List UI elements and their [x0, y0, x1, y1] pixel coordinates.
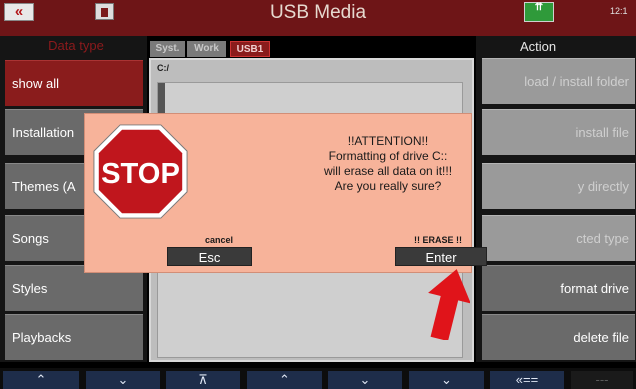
format-drive-button[interactable]: format drive	[482, 265, 635, 311]
disabled-button: ---	[571, 371, 633, 389]
format-confirm-dialog: STOP !!ATTENTION!! Formatting of drive C…	[84, 113, 487, 273]
cancel-caption: cancel	[204, 235, 234, 245]
erase-caption: !! ERASE !!	[414, 235, 462, 245]
current-path: C:/	[157, 63, 169, 73]
data-type-heading: Data type	[48, 38, 104, 53]
tab-usb1[interactable]: USB1	[230, 41, 270, 57]
scroll-up-fast-button[interactable]: ⌃	[3, 371, 79, 389]
attention-line: !!ATTENTION!!	[347, 134, 429, 148]
usb-status-badge: ⇈	[524, 2, 554, 22]
tab-work[interactable]: Work	[187, 41, 226, 57]
clock: 12:1	[610, 6, 628, 16]
action-heading: Action	[520, 39, 557, 54]
enter-button[interactable]: Enter	[395, 247, 487, 266]
tab-syst[interactable]: Syst.	[150, 41, 185, 57]
message-line-2: Formatting of drive C::	[328, 149, 448, 163]
scroll-top-button[interactable]: ⊼	[166, 371, 240, 389]
message-line-3: will erase all data on it!!!	[323, 164, 453, 178]
red-arrow-icon	[428, 269, 470, 340]
esc-button[interactable]: Esc	[167, 247, 252, 266]
usb-arrows-icon: ⇈	[534, 2, 544, 13]
scroll-down-fast-button[interactable]: ⌄	[86, 371, 160, 389]
scroll-bottom-button[interactable]: ⌄	[409, 371, 484, 389]
data-type-show-all[interactable]: show all	[5, 60, 143, 106]
message-line-4: Are you really sure?	[334, 179, 442, 193]
delete-file-button[interactable]: delete file	[482, 314, 635, 360]
parent-folder-button[interactable]: «==	[490, 371, 564, 389]
stop-sign-text: STOP	[101, 158, 180, 190]
stop-sign-icon: STOP	[93, 124, 188, 219]
scroll-up-button[interactable]: ⌃	[247, 371, 322, 389]
load-install-folder-button[interactable]: load / install folder	[482, 58, 635, 104]
dialog-message: !!ATTENTION!! Formatting of drive C:: wi…	[243, 134, 533, 194]
data-type-playbacks[interactable]: Playbacks	[5, 314, 143, 360]
selected-type-button[interactable]: cted type	[482, 215, 635, 261]
scroll-down-button[interactable]: ⌄	[328, 371, 402, 389]
